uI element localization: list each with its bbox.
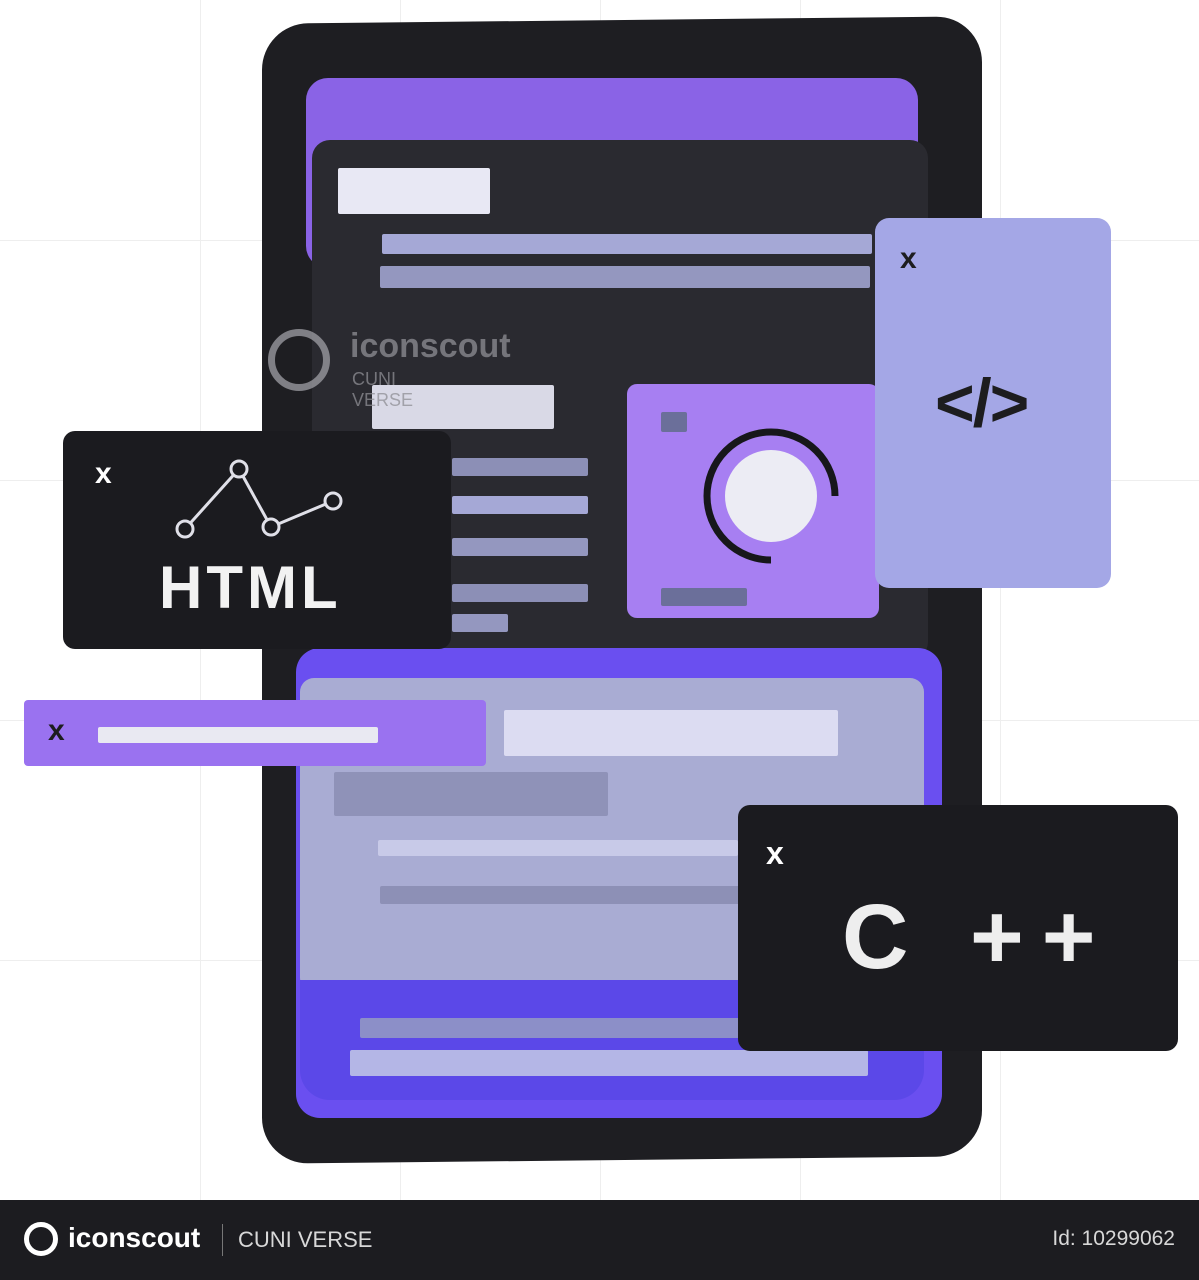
watermark-author: CUNI VERSE [352,369,414,410]
close-icon[interactable]: x [95,457,112,491]
tab-bar[interactable]: x [24,700,486,766]
footer-brand[interactable]: iconscout [68,1222,200,1254]
footer-author[interactable]: CUNI VERSE [238,1227,372,1253]
text-line [380,886,740,904]
footer-bar: iconscout CUNI VERSE Id: 10299062 [0,1200,1199,1280]
cpp-label: C ++ [842,886,1114,988]
camera-flash [661,412,687,432]
text-line [452,584,588,602]
close-icon[interactable]: x [766,835,784,872]
address-field[interactable] [98,727,378,743]
text-line [661,588,747,606]
code-window-card[interactable]: x </> [875,218,1111,588]
text-line [452,496,588,514]
line-chart-icon [175,459,343,539]
html-label: HTML [159,554,342,621]
code-icon: </> [935,365,1029,441]
close-icon[interactable]: x [48,714,65,748]
watermark-brand: iconscout [350,327,511,365]
text-line [452,458,588,476]
asset-id: Id: 10299062 [1052,1227,1175,1250]
text-line [378,840,738,856]
cpp-window-card[interactable]: x C ++ [738,805,1178,1051]
text-line [452,614,508,632]
html-window-card[interactable]: x HTML [63,431,451,649]
divider [222,1224,223,1256]
close-icon[interactable]: x [900,242,917,276]
content-block [334,772,608,816]
camera-icon [703,428,839,564]
text-line [350,1050,868,1076]
header-block [338,168,490,214]
iconscout-logo-icon [24,1222,58,1256]
text-line [382,234,872,254]
iconscout-logo-icon [268,329,330,391]
camera-card[interactable] [627,384,879,618]
text-line [360,1018,780,1038]
text-line [452,538,588,556]
content-block [504,710,838,756]
text-line [380,266,870,288]
